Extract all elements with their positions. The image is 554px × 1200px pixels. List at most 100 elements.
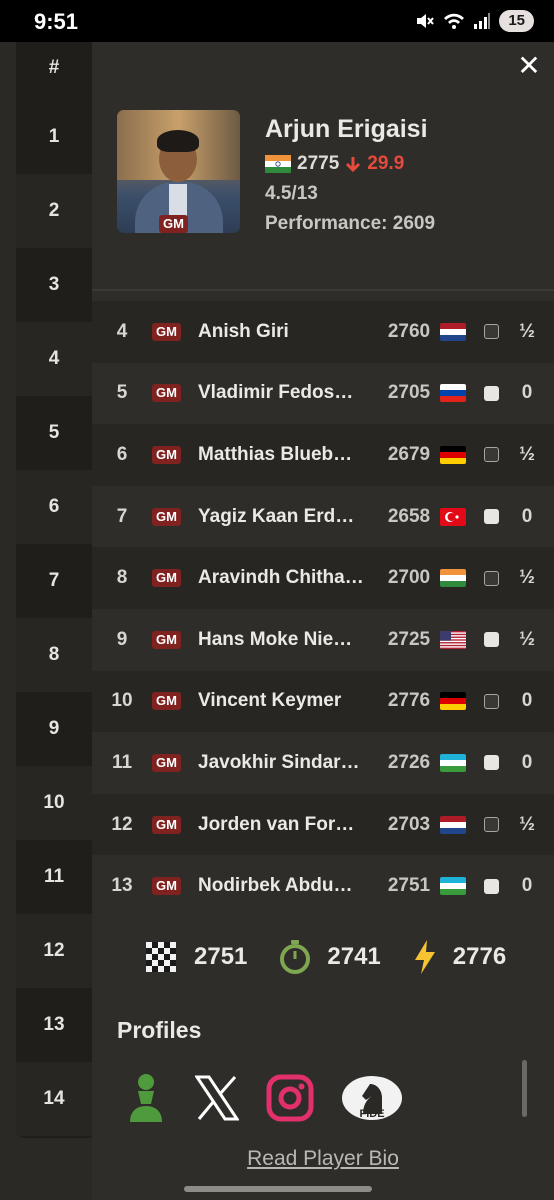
rank-header: # <box>48 57 60 78</box>
piece-color-icon <box>484 385 499 401</box>
blitz-rating: 2776 <box>413 939 538 975</box>
opponent-name: Vladimir Fedos… <box>198 382 354 404</box>
game-row[interactable]: 8 GM Aravindh Chitha… 2700 ½ <box>92 547 554 609</box>
instagram-icon[interactable] <box>266 1074 314 1122</box>
rank-cell[interactable]: 8 <box>16 618 92 692</box>
opponent-rating: 2679 <box>387 443 431 465</box>
game-row[interactable]: 13 GM Nodirbek Abdu… 2751 0 <box>92 855 554 917</box>
germany-flag-icon <box>440 692 466 711</box>
opponent-name: Javokhir Sindar… <box>198 751 360 773</box>
usa-flag-icon <box>440 630 466 649</box>
game-row[interactable]: 9 GM Hans Moke Nie… 2725 ½ <box>92 609 554 671</box>
rank-cell[interactable]: 3 <box>16 248 92 322</box>
rapid-rating-value: 2741 <box>327 943 381 970</box>
round-number: 9 <box>116 628 128 650</box>
rank-cell[interactable]: 6 <box>16 470 92 544</box>
close-icon[interactable]: ✕ <box>516 52 542 80</box>
rank-cell[interactable]: 2 <box>16 174 92 248</box>
opponent-title-cell: GM <box>152 384 198 403</box>
rank-cell[interactable]: 9 <box>16 692 92 766</box>
game-result: ½ <box>519 813 535 835</box>
opponent-title-cell: GM <box>152 569 198 588</box>
title-badge: GM <box>152 692 181 711</box>
game-row[interactable]: 7 GM Yagiz Kaan Erd… 2658 0 <box>92 486 554 548</box>
piece-color-icon <box>484 570 499 586</box>
rating-change: 29.9 <box>367 153 405 174</box>
title-badge: GM <box>152 507 181 526</box>
rank-cell[interactable]: 7 <box>16 544 92 618</box>
games-list: 4 GM Anish Giri 2760 ½ 5 GM Vladimir Fedos… 2705… <box>92 301 554 917</box>
game-row[interactable]: 5 GM Vladimir Fedos… 2705 0 <box>92 363 554 425</box>
opponent-title-cell: GM <box>152 322 198 341</box>
game-result: ½ <box>519 320 535 342</box>
rank-cell[interactable]: 14 <box>16 1062 92 1136</box>
opponent-name: Yagiz Kaan Erd… <box>198 505 355 527</box>
rank-cell[interactable]: 10 <box>16 766 92 840</box>
rank-cell[interactable]: 13 <box>16 988 92 1062</box>
opponent-name: Anish Giri <box>198 320 289 342</box>
rating-value: 2775 <box>297 153 340 174</box>
chesscom-pawn-icon[interactable] <box>124 1072 168 1124</box>
opponent-title-cell: GM <box>152 692 198 711</box>
opponent-rating: 2725 <box>387 628 431 650</box>
piece-color-icon <box>484 324 499 340</box>
status-icons: 15 <box>415 9 534 33</box>
piece-color-icon <box>484 693 499 709</box>
home-indicator[interactable] <box>184 1186 372 1192</box>
opponent-name: Aravindh Chitha… <box>198 567 364 589</box>
player-name: Arjun Erigaisi <box>265 115 428 143</box>
game-row[interactable]: 4 GM Anish Giri 2760 ½ <box>92 301 554 363</box>
opponent-title-cell: GM <box>152 507 198 526</box>
wifi-icon <box>444 13 465 29</box>
opponent-rating: 2658 <box>387 505 431 527</box>
title-badge: GM <box>152 445 181 464</box>
rank-cell[interactable]: 4 <box>16 322 92 396</box>
piece-color-icon <box>484 447 499 463</box>
india-flag-icon <box>265 155 291 173</box>
game-result: 0 <box>521 505 533 527</box>
uzbekistan-flag-icon <box>440 877 466 896</box>
game-row[interactable]: 12 GM Jorden van For… 2703 ½ <box>92 793 554 856</box>
signal-icon <box>474 13 491 29</box>
round-number: 4 <box>116 320 128 342</box>
blitz-rating-value: 2776 <box>452 943 507 970</box>
scrollbar[interactable] <box>522 1060 527 1117</box>
title-badge: GM <box>152 384 181 403</box>
game-row[interactable]: 10 GM Vincent Keymer 2776 0 <box>92 670 554 733</box>
opponent-title-cell: GM <box>152 630 198 649</box>
opponent-rating: 2751 <box>387 875 431 897</box>
fide-icon[interactable]: FIDE <box>341 1074 403 1122</box>
netherlands-flag-icon <box>440 322 466 341</box>
ratings-summary: 2751 2741 2776 <box>144 939 538 975</box>
title-badge: GM <box>152 569 181 588</box>
rank-cell[interactable]: 11 <box>16 840 92 914</box>
round-number: 8 <box>116 567 128 589</box>
opponent-rating: 2776 <box>387 690 431 712</box>
game-result: ½ <box>519 443 535 465</box>
rank-cell[interactable]: 5 <box>16 396 92 470</box>
round-number: 7 <box>116 505 128 527</box>
app-screen: 9:51 15 # 1 2 3 4 5 6 7 8 9 10 11 12 13 14 ✕ GM Arjun… <box>0 0 554 1200</box>
read-player-bio-link[interactable]: Read Player Bio <box>92 1147 554 1171</box>
game-result: 0 <box>521 751 533 773</box>
game-result: 0 <box>521 690 533 712</box>
mute-icon <box>417 14 435 28</box>
player-score: 4.5/13 <box>265 183 318 204</box>
rank-cell[interactable]: 12 <box>16 914 92 988</box>
opponent-name: Hans Moke Nie… <box>198 628 353 650</box>
arrow-down-icon <box>346 157 361 173</box>
profile-links: FIDE <box>124 1072 403 1124</box>
opponent-title-cell: GM <box>152 815 198 834</box>
germany-flag-icon <box>440 445 466 464</box>
title-badge: GM <box>152 322 181 341</box>
x-icon[interactable] <box>195 1075 239 1121</box>
game-row[interactable]: 11 GM Javokhir Sindar… 2726 0 <box>92 732 554 794</box>
title-badge: GM <box>152 630 181 649</box>
battery-indicator: 15 <box>499 10 534 32</box>
title-badge: GM <box>159 215 188 233</box>
rank-cell[interactable]: 1 <box>16 100 92 174</box>
game-result: 0 <box>521 382 533 404</box>
india-flag-icon <box>440 569 466 588</box>
lightning-icon <box>414 940 435 974</box>
game-row[interactable]: 6 GM Matthias Blueb… 2679 ½ <box>92 424 554 486</box>
